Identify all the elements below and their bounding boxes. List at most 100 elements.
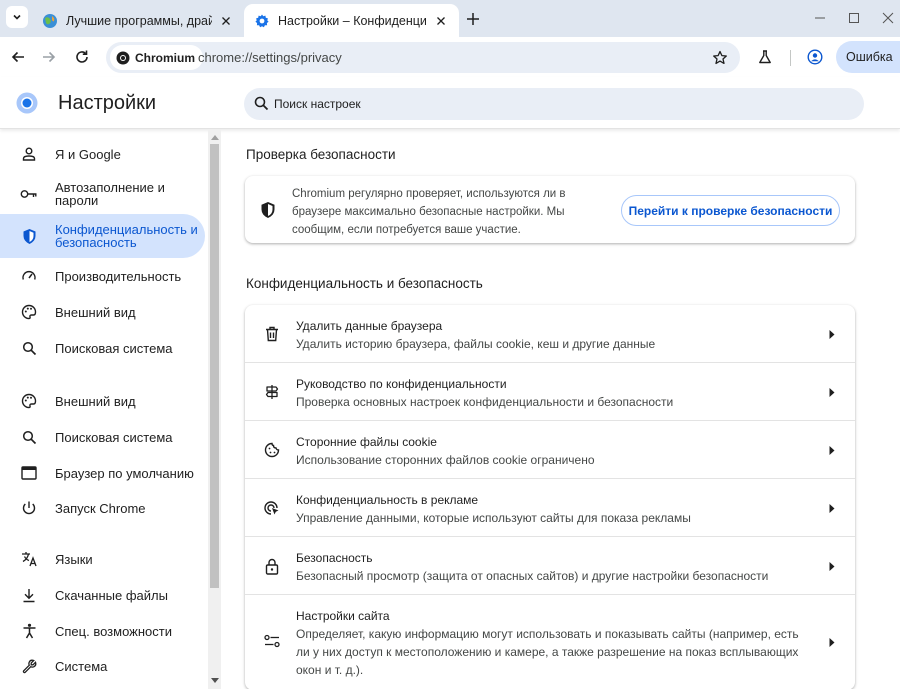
sidebar-item-label: Поисковая система [55,429,173,445]
person-icon [20,145,38,163]
settings-sidebar: Я и Google Автозаполнение и пароли Конфи… [0,130,208,689]
sidebar-item-downloads[interactable]: Скачанные файлы [0,580,205,610]
sidebar-item-label: Браузер по умолчанию [55,465,194,481]
reload-button[interactable] [69,44,95,70]
maximize-button[interactable] [842,6,866,30]
back-button[interactable] [5,44,31,70]
reload-icon [76,50,88,63]
profile-button[interactable] [802,44,828,70]
sidebar-item-privacy[interactable]: Конфиденциальность и безопасность [0,214,205,258]
forward-button[interactable] [36,44,62,70]
arrow-left-icon [11,51,24,63]
sidebar-item-label: Поисковая система [55,340,173,356]
row-security[interactable]: Безопасность Безопасный просмотр (защита… [245,537,855,595]
sidebar-item-system[interactable]: Система [0,651,205,681]
profile-error-button[interactable]: Ошибка [836,41,900,73]
sidebar-item-label: Запуск Chrome [55,500,146,516]
sidebar-item-search-engine[interactable]: Поисковая система [0,333,205,363]
chromium-logo-icon [116,51,130,65]
sidebar-item-autofill[interactable]: Автозаполнение и пароли [0,174,205,214]
globe-icon [42,13,58,29]
chromium-logo-icon [16,92,38,114]
palette-icon [20,303,38,321]
sidebar-item-appearance[interactable]: Внешний вид [0,297,205,327]
toolbar-separator [790,50,791,66]
row-ad-privacy[interactable]: Конфиденциальность в рекламе Управление … [245,479,855,537]
row-subtitle: Управление данными, которые используют с… [296,511,691,525]
row-subtitle: Удалить историю браузера, файлы cookie, … [296,337,656,351]
site-info-chip[interactable]: Chromium [110,45,203,70]
row-subtitle: Использование сторонних файлов cookie ог… [296,453,595,467]
sidebar-item-you-and-google[interactable]: Я и Google [0,139,205,169]
row-site-settings[interactable]: Настройки сайта Определяет, какую информ… [245,595,855,689]
row-title: Сторонние файлы cookie [296,435,437,449]
tab-inactive[interactable]: Лучшие программы, драйвер [32,4,244,37]
cookie-icon [263,441,281,459]
profile-error-label: Ошибка [846,50,893,64]
sidebar-scrollbar[interactable] [208,130,221,689]
flask-icon [759,50,771,64]
bookmark-star-icon[interactable] [710,48,730,68]
tab-active-settings[interactable]: Настройки – Конфиденциальн [244,4,459,37]
tab-title: Настройки – Конфиденциальн [278,13,427,28]
window-close-button[interactable] [876,6,900,30]
row-title: Руководство по конфиденциальности [296,377,507,391]
address-bar[interactable]: Chromium chrome://settings/privacy [106,42,740,73]
labs-button[interactable] [752,44,778,70]
sidebar-item-default-browser[interactable]: Браузер по умолчанию [0,458,205,488]
palette-icon [20,392,38,410]
search-icon [20,339,38,357]
sidebar-item-search-engine[interactable]: Поисковая система [0,422,205,452]
sidebar-item-on-startup[interactable]: Запуск Chrome [0,493,205,523]
scroll-down-arrow[interactable] [210,676,219,686]
search-input[interactable] [274,88,834,120]
minimize-button[interactable] [808,6,832,30]
privacy-card: Удалить данные браузера Удалить историю … [245,305,855,689]
power-icon [20,499,38,517]
sidebar-item-languages[interactable]: Языки [0,544,205,574]
tab-search-button[interactable] [6,6,28,28]
sidebar-item-label: Скачанные файлы [55,587,168,603]
scroll-up-arrow[interactable] [210,132,219,142]
new-tab-button[interactable] [462,8,484,30]
maximize-icon [849,13,859,23]
close-icon [882,12,894,24]
trash-icon [263,325,281,343]
gear-icon [254,13,270,29]
row-clear-browsing-data[interactable]: Удалить данные браузера Удалить историю … [245,305,855,363]
ad-privacy-icon [263,499,281,517]
signpost-icon [263,383,281,401]
triangle-down-icon [210,678,219,683]
page-title: Настройки [58,92,157,114]
sidebar-item-label: Спец. возможности [55,623,172,639]
scrollbar-thumb[interactable] [210,144,219,588]
row-title: Настройки сайта [296,609,390,623]
search-icon [20,428,38,446]
go-to-safety-check-button[interactable]: Перейти к проверке безопасности [621,195,840,226]
sidebar-item-appearance[interactable]: Внешний вид [0,386,205,416]
browser-window-icon [20,464,38,482]
close-icon[interactable] [218,13,234,29]
plus-icon [467,13,479,25]
row-privacy-guide[interactable]: Руководство по конфиденциальности Провер… [245,363,855,421]
safety-check-section-title: Проверка безопасности [246,147,396,162]
sidebar-item-label: Внешний вид [55,304,136,320]
row-third-party-cookies[interactable]: Сторонние файлы cookie Использование сто… [245,421,855,479]
shield-icon [260,201,276,224]
minimize-icon [815,17,825,19]
sidebar-item-label: Система [55,658,108,674]
arrow-right-icon [827,387,837,397]
row-title: Безопасность [296,551,373,565]
sidebar-item-accessibility[interactable]: Спец. возможности [0,616,205,646]
row-title: Удалить данные браузера [296,319,443,333]
url-text[interactable]: chrome://settings/privacy [198,50,342,65]
settings-search[interactable] [244,88,864,120]
wrench-icon [20,657,38,675]
sidebar-item-label: Производительность [55,268,182,284]
key-icon [20,185,38,203]
sidebar-item-performance[interactable]: Производительность [0,261,205,291]
settings-header: Настройки [0,77,900,129]
row-title: Конфиденциальность в рекламе [296,493,479,507]
close-icon[interactable] [433,13,449,29]
chip-label: Chromium [135,50,195,65]
